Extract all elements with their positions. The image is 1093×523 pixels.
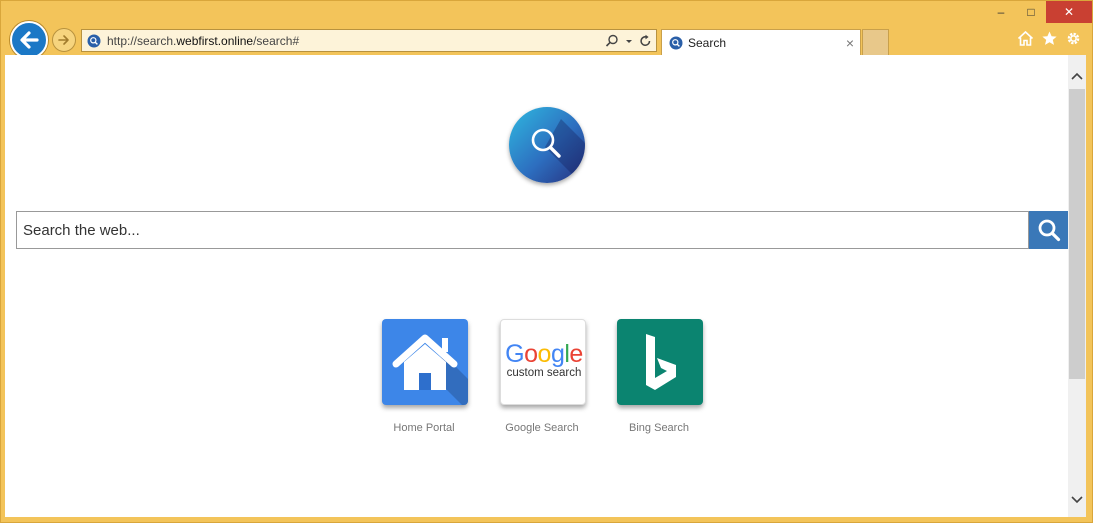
home-portal-tile[interactable] bbox=[382, 319, 468, 405]
address-tools bbox=[605, 32, 652, 50]
home-icon[interactable] bbox=[1017, 30, 1034, 47]
close-window-button[interactable]: ✕ bbox=[1046, 1, 1092, 23]
bing-logo-icon bbox=[646, 334, 676, 390]
google-search-label[interactable]: Google Search bbox=[482, 422, 602, 434]
site-favicon-icon bbox=[87, 34, 101, 47]
arrow-left-icon bbox=[20, 31, 39, 49]
tab-close-icon[interactable]: × bbox=[846, 35, 854, 51]
google-logo-sub: custom search bbox=[506, 367, 582, 379]
new-tab-button[interactable] bbox=[862, 29, 889, 56]
refresh-icon[interactable] bbox=[639, 34, 652, 48]
address-bar[interactable]: http://search.webfirst.online/search# bbox=[81, 29, 657, 52]
tab-favicon-icon bbox=[669, 36, 683, 50]
tab-title: Search bbox=[688, 36, 727, 50]
maximize-button[interactable]: □ bbox=[1016, 1, 1046, 23]
google-logo-word: Google bbox=[505, 340, 583, 368]
scroll-up-button[interactable] bbox=[1068, 67, 1086, 85]
chevron-up-icon bbox=[1071, 72, 1083, 80]
bing-search-tile[interactable] bbox=[617, 319, 703, 405]
scroll-down-button[interactable] bbox=[1068, 491, 1086, 509]
back-button[interactable] bbox=[10, 21, 48, 59]
address-url[interactable]: http://search.webfirst.online/search# bbox=[107, 34, 299, 48]
home-portal-label[interactable]: Home Portal bbox=[364, 422, 484, 434]
search-button[interactable] bbox=[1029, 211, 1069, 249]
search-icon bbox=[1038, 219, 1061, 242]
forward-button[interactable] bbox=[52, 28, 76, 52]
search-input[interactable] bbox=[17, 212, 1028, 248]
google-search-tile[interactable]: Google custom search bbox=[500, 319, 586, 405]
search-box bbox=[16, 211, 1029, 249]
window-controls: – □ ✕ bbox=[986, 1, 1092, 23]
house-icon bbox=[392, 334, 468, 405]
vertical-scrollbar[interactable] bbox=[1068, 55, 1086, 517]
scroll-thumb[interactable] bbox=[1069, 89, 1085, 379]
tab-search[interactable]: Search × bbox=[661, 29, 861, 56]
search-icon[interactable] bbox=[605, 34, 619, 48]
arrow-right-icon bbox=[58, 35, 69, 45]
settings-gear-icon[interactable] bbox=[1065, 30, 1082, 47]
site-logo bbox=[509, 107, 585, 183]
chevron-down-icon bbox=[1071, 496, 1083, 504]
minimize-button[interactable]: – bbox=[986, 1, 1016, 23]
magnifier-logo-icon bbox=[531, 119, 585, 183]
favorites-star-icon[interactable] bbox=[1041, 30, 1058, 47]
page-viewport: Home Portal Google custom search Google … bbox=[5, 55, 1069, 517]
bing-search-label[interactable]: Bing Search bbox=[599, 422, 719, 434]
chrome-toolbar bbox=[1017, 30, 1082, 47]
dropdown-caret-icon[interactable] bbox=[625, 34, 633, 48]
